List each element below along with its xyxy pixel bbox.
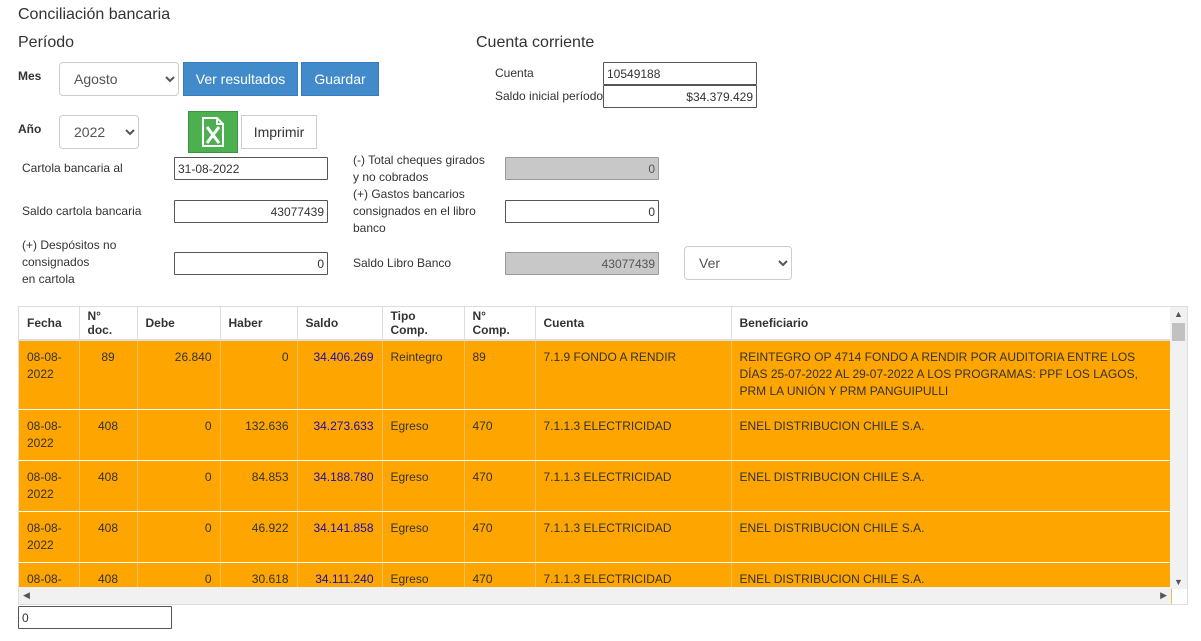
ncomp-cell: 470 bbox=[464, 409, 536, 461]
excel-export-icon bbox=[202, 117, 224, 147]
mes-label: Mes bbox=[18, 69, 42, 83]
scroll-right-icon[interactable]: ▶ bbox=[1160, 590, 1167, 601]
col-saldo[interactable]: Saldo bbox=[297, 307, 383, 341]
cuenta-cell: 7.1.9 FONDO A RENDIR bbox=[535, 340, 732, 410]
haber-cell: 0 bbox=[220, 340, 298, 410]
tipo-cell: Egreso bbox=[382, 460, 465, 512]
saldo-cartola-field[interactable] bbox=[174, 200, 328, 223]
cuenta-corriente-heading: Cuenta corriente bbox=[476, 34, 595, 51]
scroll-left-icon[interactable]: ◀ bbox=[23, 590, 30, 601]
anio-select[interactable]: 2022 bbox=[59, 115, 139, 149]
periodo-heading: Período bbox=[18, 34, 75, 51]
excel-export-button[interactable] bbox=[188, 111, 238, 153]
col-n-comp[interactable]: N° Comp. bbox=[464, 307, 536, 341]
horizontal-scrollbar[interactable]: ◀ ▶ bbox=[19, 587, 1171, 604]
doc-cell: 89 bbox=[79, 340, 138, 410]
ncomp-cell: 470 bbox=[464, 511, 536, 563]
col-tipo-comp[interactable]: Tipo Comp. bbox=[382, 307, 465, 341]
debe-cell: 0 bbox=[137, 409, 221, 461]
tipo-cell: Egreso bbox=[382, 511, 465, 563]
beneficiario-cell: REINTEGRO OP 4714 FONDO A RENDIR POR AUD… bbox=[731, 340, 1172, 410]
cuenta-label: Cuenta bbox=[495, 66, 534, 80]
beneficiario-cell: ENEL DISTRIBUCION CHILE S.A. bbox=[731, 460, 1172, 512]
fecha-cell: 08-08- 2022 bbox=[19, 511, 80, 563]
mes-select[interactable]: Agosto bbox=[59, 62, 179, 96]
debe-cell: 0 bbox=[137, 460, 221, 512]
vertical-scroll-thumb[interactable] bbox=[1172, 323, 1185, 341]
col-debe[interactable]: Debe bbox=[137, 307, 221, 341]
cuenta-cell: 7.1.1.3 ELECTRICIDAD bbox=[535, 409, 732, 461]
col-fecha[interactable]: Fecha bbox=[19, 307, 80, 341]
cartola-date-field[interactable] bbox=[174, 157, 328, 180]
depositos-field[interactable] bbox=[174, 252, 328, 275]
saldo-cartola-label: Saldo cartola bancaria bbox=[22, 204, 142, 218]
doc-cell: 408 bbox=[79, 511, 138, 563]
col-n-doc[interactable]: N° doc. bbox=[79, 307, 138, 341]
table-row[interactable]: 08-08- 2022 89 26.840 0 34.406.269 Reinte… bbox=[19, 340, 1172, 410]
cuenta-cell: 7.1.1.3 ELECTRICIDAD bbox=[535, 511, 732, 563]
fecha-cell: 08-08- 2022 bbox=[19, 409, 80, 461]
gastos-label: (+) Gastos bancarios consignados en el l… bbox=[353, 187, 476, 235]
footer-input[interactable] bbox=[18, 606, 172, 629]
fecha-cell: 08-08- 2022 bbox=[19, 460, 80, 512]
saldo-inicial-label: Saldo inicial período bbox=[495, 89, 604, 103]
table-row[interactable]: 08-08- 2022 408 0 46.922 34.141.858 Egres… bbox=[19, 511, 1172, 563]
vertical-scrollbar[interactable]: ▲ ▼ bbox=[1170, 307, 1187, 589]
cartola-label: Cartola bancaria al bbox=[22, 161, 123, 175]
ncomp-cell: 470 bbox=[464, 460, 536, 512]
table-header-row: Fecha N° doc. Debe Haber Saldo Tipo Comp… bbox=[19, 307, 1172, 341]
table-row[interactable]: 08-08- 2022 408 0 84.853 34.188.780 Egres… bbox=[19, 460, 1172, 512]
table-row[interactable]: 08-08- 2022 408 0 132.636 34.273.633 Egre… bbox=[19, 409, 1172, 461]
col-haber[interactable]: Haber bbox=[220, 307, 298, 341]
imprimir-button[interactable]: Imprimir bbox=[241, 115, 317, 149]
ver-select[interactable]: Ver bbox=[684, 246, 792, 280]
depositos-label: (+) Despósitos no consignados en cartola bbox=[22, 238, 117, 286]
saldo-cell[interactable]: 34.188.780 bbox=[297, 460, 383, 512]
doc-cell: 408 bbox=[79, 409, 138, 461]
debe-cell: 26.840 bbox=[137, 340, 221, 410]
scroll-down-icon[interactable]: ▼ bbox=[1174, 577, 1183, 587]
haber-cell: 84.853 bbox=[220, 460, 298, 512]
fecha-cell: 08-08- 2022 bbox=[19, 340, 80, 410]
beneficiario-cell: ENEL DISTRIBUCION CHILE S.A. bbox=[731, 409, 1172, 461]
saldo-cell[interactable]: 34.141.858 bbox=[297, 511, 383, 563]
anio-label: Año bbox=[18, 122, 42, 136]
cuenta-field[interactable] bbox=[603, 62, 757, 85]
saldo-inicial-field[interactable] bbox=[603, 85, 757, 108]
ver-resultados-button[interactable]: Ver resultados bbox=[183, 62, 298, 96]
guardar-button[interactable]: Guardar bbox=[301, 62, 379, 96]
haber-cell: 46.922 bbox=[220, 511, 298, 563]
ncomp-cell: 89 bbox=[464, 340, 536, 410]
tipo-cell: Egreso bbox=[382, 409, 465, 461]
debe-cell: 0 bbox=[137, 511, 221, 563]
col-beneficiario[interactable]: Beneficiario bbox=[731, 307, 1172, 341]
cuenta-cell: 7.1.1.3 ELECTRICIDAD bbox=[535, 460, 732, 512]
beneficiario-cell: ENEL DISTRIBUCION CHILE S.A. bbox=[731, 511, 1172, 563]
saldo-cell[interactable]: 34.406.269 bbox=[297, 340, 383, 410]
tipo-cell: Reintegro bbox=[382, 340, 465, 410]
col-cuenta[interactable]: Cuenta bbox=[535, 307, 732, 341]
movimientos-table[interactable]: Fecha N° doc. Debe Haber Saldo Tipo Comp… bbox=[18, 306, 1188, 605]
scroll-up-icon[interactable]: ▲ bbox=[1174, 309, 1183, 319]
saldo-libro-label: Saldo Libro Banco bbox=[353, 256, 452, 270]
doc-cell: 408 bbox=[79, 460, 138, 512]
saldo-cell[interactable]: 34.273.633 bbox=[297, 409, 383, 461]
haber-cell: 132.636 bbox=[220, 409, 298, 461]
cheques-field bbox=[505, 157, 659, 180]
page-title: Conciliación bancaria bbox=[18, 6, 171, 23]
saldo-libro-field bbox=[505, 252, 659, 275]
cheques-label: (-) Total cheques girados y no cobrados bbox=[353, 153, 485, 184]
gastos-field[interactable] bbox=[505, 200, 659, 223]
